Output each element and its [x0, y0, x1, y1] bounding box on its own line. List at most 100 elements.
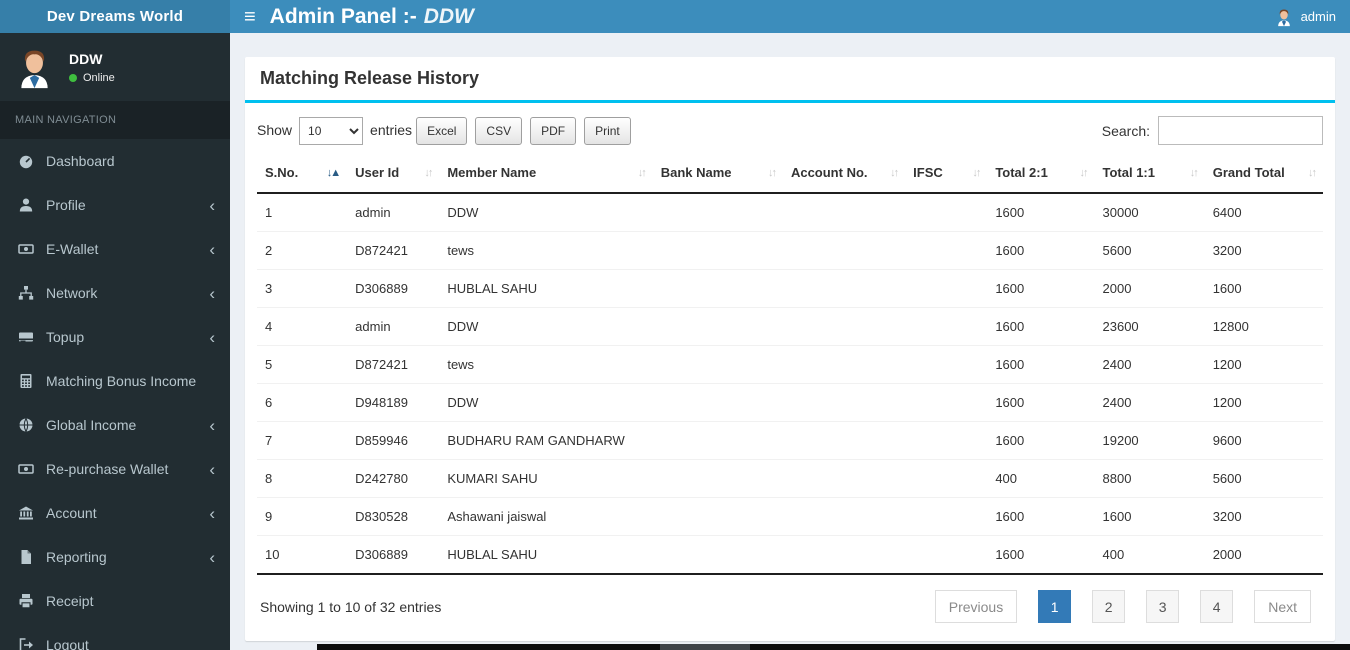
cell-grand-total: 1200 [1204, 345, 1323, 384]
main-content: Matching Release History Show 10 entries E… [230, 33, 1350, 650]
cell-total-21: 1600 [987, 421, 1095, 460]
column-header-sno[interactable]: S.No. ↓▲ [257, 155, 348, 194]
column-header-user-id[interactable]: User Id ↓↑ [347, 155, 440, 194]
sidebar-item-label: Re-purchase Wallet [46, 461, 169, 477]
sort-icon[interactable]: ↓↑ [424, 167, 433, 179]
column-header-total-21[interactable]: Total 2:1 ↓↑ [987, 155, 1095, 194]
horizontal-scrollbar-track[interactable] [317, 644, 1350, 650]
sidebar-item-reporting[interactable]: Reporting ‹ [0, 535, 230, 579]
entries-label: entries [370, 121, 413, 138]
pdf-export-button[interactable]: PDF [530, 116, 577, 145]
page-button-2[interactable]: 2 [1092, 590, 1126, 623]
sidebar-item-label: Dashboard [46, 153, 115, 169]
sidebar-item-receipt[interactable]: Receipt [0, 579, 230, 623]
cell-user-id: D872421 [347, 345, 440, 384]
cell-account-no [782, 231, 906, 270]
sidebar-item-global-income[interactable]: Global Income ‹ [0, 403, 230, 447]
sort-icon[interactable]: ↓↑ [768, 167, 777, 179]
cell-bank-name [652, 459, 783, 498]
panel-title: Matching Release History [245, 57, 1335, 103]
column-header-bank-name[interactable]: Bank Name ↓↑ [652, 155, 783, 194]
sort-icon[interactable]: ↓↑ [638, 167, 647, 179]
cell-total-21: 1600 [995, 205, 1025, 220]
column-header-ifsc[interactable]: IFSC ↓↑ [905, 155, 988, 194]
column-header-member-name[interactable]: Member Name ↓↑ [439, 155, 653, 194]
sidebar-item-account[interactable]: Account ‹ [0, 491, 230, 535]
page-button-4[interactable]: 4 [1200, 590, 1234, 623]
hamburger-menu-icon[interactable]: ≡ [244, 7, 256, 27]
sort-icon[interactable]: ↓↑ [890, 167, 899, 179]
cell-bank-name [652, 307, 783, 346]
sidebar-item-label: Profile [46, 197, 86, 213]
sidebar-item-logout[interactable]: Logout [0, 623, 230, 650]
cell-total-11: 8800 [1094, 459, 1205, 498]
page-length-control: Show 10 entries [257, 116, 413, 145]
sidebar-item-ewallet[interactable]: E-Wallet ‹ [0, 227, 230, 271]
table-row: 10 D306889 HUBLAL SAHU 1600 400 2000 [257, 535, 1323, 575]
column-header-grand-total[interactable]: Grand Total ↓↑ [1204, 155, 1323, 194]
chevron-left-icon: ‹ [209, 283, 215, 303]
cell-bank-name [652, 421, 783, 460]
sort-icon[interactable]: ↓↑ [1308, 167, 1317, 179]
table-footer: Showing 1 to 10 of 32 entries Previous 1… [257, 590, 1323, 623]
table-row: 3 D306889 HUBLAL SAHU 1600 2000 1600 [257, 269, 1323, 308]
cell-ifsc [905, 383, 988, 422]
cell-user-id: D948189 [347, 383, 440, 422]
previous-page-button[interactable]: Previous [934, 590, 1018, 623]
cell-ifsc [905, 269, 988, 308]
cell-grand-total: 12800 [1204, 307, 1323, 346]
page-button-1[interactable]: 1 [1038, 590, 1072, 623]
brand-logo[interactable]: Dev Dreams World [0, 0, 230, 33]
cell-sno: 8 [257, 459, 348, 498]
table-row: 1 admin DDW 1600 30000 6400 [257, 193, 1323, 232]
sidebar-item-topup[interactable]: Topup ‹ [0, 315, 230, 359]
page-title: Admin Panel :- DDW [270, 5, 474, 29]
sidebar-item-profile[interactable]: Profile ‹ [0, 183, 230, 227]
column-header-account-no[interactable]: Account No. ↓↑ [782, 155, 906, 194]
cell-total-21: 1600 [987, 231, 1095, 270]
chevron-left-icon: ‹ [209, 547, 215, 567]
sort-icon[interactable]: ↓↑ [972, 167, 981, 179]
page-button-3[interactable]: 3 [1146, 590, 1180, 623]
sidebar-user-status[interactable]: Online [69, 72, 115, 84]
user-icon [19, 198, 33, 212]
sidebar-item-label: Reporting [46, 549, 107, 565]
csv-export-button[interactable]: CSV [475, 116, 523, 145]
cell-total-11: 2400 [1094, 345, 1205, 384]
column-header-total-11[interactable]: Total 1:1 ↓↑ [1094, 155, 1205, 194]
cell-total-21: 1600 [987, 535, 1095, 575]
page-length-select[interactable]: 10 [299, 116, 364, 145]
sidebar-item-network[interactable]: Network ‹ [0, 271, 230, 315]
cell-member-name: BUDHARU RAM GANDHARW [439, 421, 653, 460]
navbar-user-menu[interactable]: admin [1274, 7, 1336, 27]
excel-export-button[interactable]: Excel [416, 116, 468, 145]
sort-icon[interactable]: ↓↑ [1080, 167, 1089, 179]
sidebar-item-label: Logout [46, 637, 89, 650]
cell-total-11: 1600 [1094, 497, 1205, 536]
table-search: Search: [1102, 116, 1323, 145]
horizontal-scrollbar-thumb[interactable] [660, 644, 750, 650]
chevron-left-icon: ‹ [209, 327, 215, 347]
table-row: 9 D830528 Ashawani jaiswal 1600 1600 320… [257, 497, 1323, 536]
cell-account-no [782, 383, 906, 422]
dashboard-icon [19, 155, 33, 169]
print-export-button[interactable]: Print [584, 116, 631, 145]
table-row: 7 D859946 BUDHARU RAM GANDHARW 1600 1920… [257, 421, 1323, 460]
cell-user-id: D830528 [347, 497, 440, 536]
cell-total-21: 1600 [987, 497, 1095, 536]
cell-grand-total: 9600 [1204, 421, 1323, 460]
sidebar-item-dashboard[interactable]: Dashboard [0, 139, 230, 183]
cell-total-11: 400 [1094, 535, 1205, 575]
printer-icon [19, 594, 33, 609]
search-input[interactable] [1158, 116, 1323, 145]
cell-bank-name [652, 497, 783, 536]
sidebar-item-matching-bonus-income[interactable]: Matching Bonus Income [0, 359, 230, 403]
sort-icon[interactable]: ↓↑ [1190, 167, 1199, 179]
online-status-label: Online [83, 71, 115, 84]
sidebar-item-repurchase-wallet[interactable]: Re-purchase Wallet ‹ [0, 447, 230, 491]
table-row: 2 D872421 tews 1600 5600 3200 [257, 231, 1323, 270]
next-page-button[interactable]: Next [1254, 590, 1311, 623]
sidebar-user-name: DDW [69, 50, 103, 67]
sort-icon[interactable]: ↓▲ [327, 167, 341, 179]
cell-account-no [782, 497, 906, 536]
